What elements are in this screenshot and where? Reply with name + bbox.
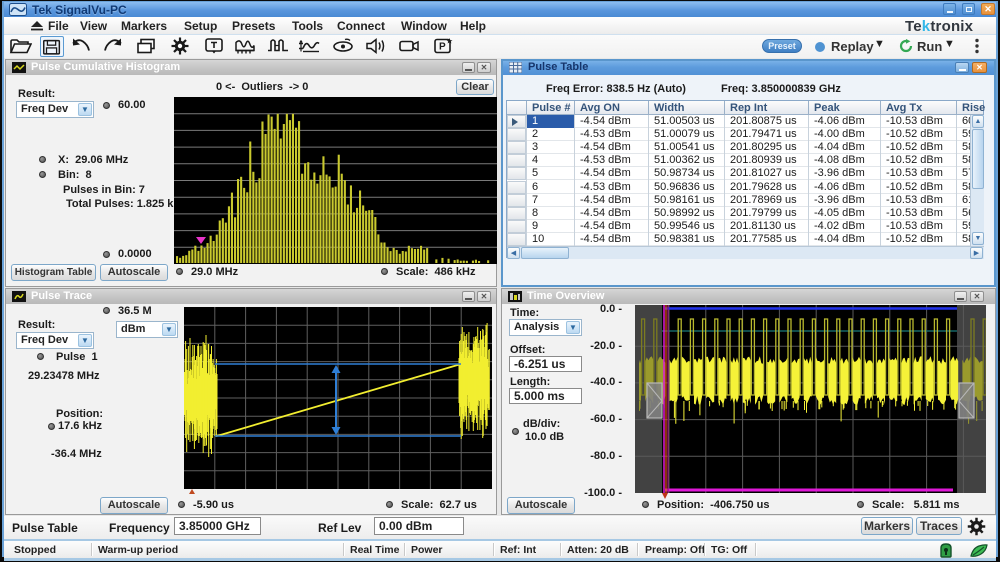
svg-text:P: P bbox=[439, 42, 446, 53]
